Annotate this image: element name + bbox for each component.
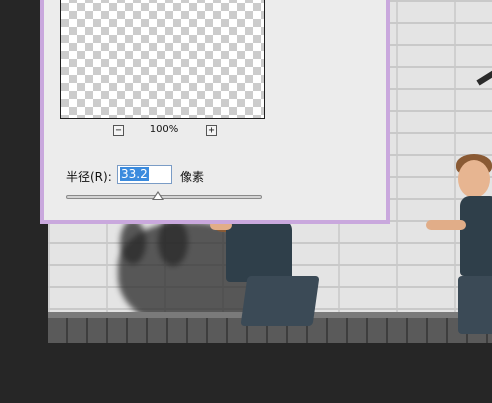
kid-face (458, 160, 490, 198)
minus-box-icon: − (115, 125, 122, 136)
kid-pants (458, 276, 492, 334)
dialog-body: − 100% + 半径(R): 33.2 像素 (44, 0, 386, 220)
fishing-rod (476, 32, 492, 86)
kid-shirt (226, 220, 292, 282)
unit-label: 像素 (180, 170, 205, 184)
kid-arm (426, 220, 466, 230)
kid-shirt (460, 196, 492, 276)
zoom-out-button[interactable]: − (113, 125, 124, 136)
zoom-in-button[interactable]: + (206, 125, 217, 136)
radius-value[interactable]: 33.2 (120, 167, 149, 181)
radius-label: 半径(R): (66, 170, 112, 184)
filter-dialog: − 100% + 半径(R): 33.2 像素 (40, 0, 390, 224)
plus-box-icon: + (208, 125, 215, 136)
radius-input[interactable]: 33.2 (117, 165, 172, 184)
radius-slider-thumb[interactable] (152, 191, 165, 200)
kid-pants (240, 276, 320, 326)
zoom-level: 100% (149, 124, 179, 135)
filter-preview[interactable] (60, 0, 265, 119)
